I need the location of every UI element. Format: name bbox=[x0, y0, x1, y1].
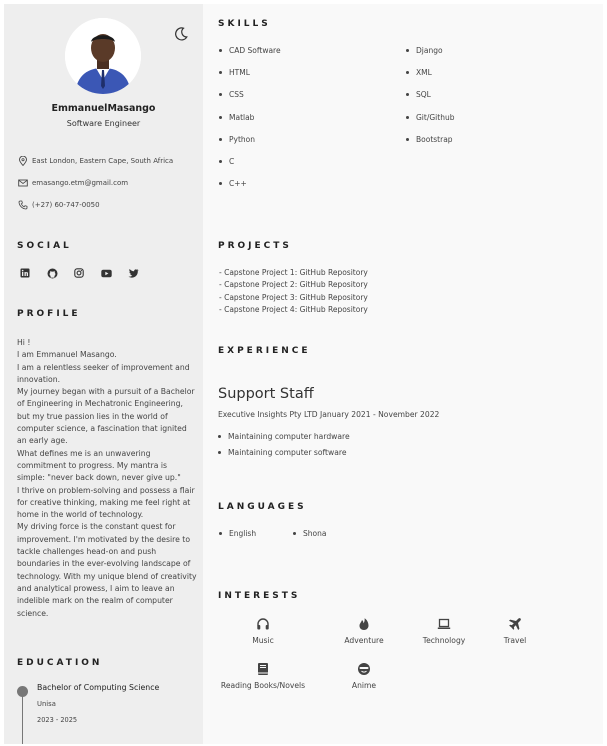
profile-line: I am Emmanuel Masango. bbox=[17, 350, 117, 360]
mail-icon bbox=[18, 179, 28, 187]
skill-item: HTML bbox=[219, 68, 281, 90]
interest-label: Technology bbox=[422, 636, 466, 645]
interest-label: Reading Books/Novels bbox=[220, 681, 306, 690]
languages-heading: LANGUAGES bbox=[218, 502, 307, 512]
education-years: 2023 - 2025 bbox=[37, 716, 78, 724]
job-title: Software Engineer bbox=[66, 119, 141, 128]
profile-line: but my true passion lies in the world of… bbox=[17, 411, 187, 446]
interest-label: Adventure bbox=[344, 636, 384, 645]
languages-list-2: Shona bbox=[293, 529, 326, 538]
education-school: Unisa bbox=[37, 700, 56, 708]
headphones-icon bbox=[257, 618, 269, 630]
phone-text[interactable]: (+27) 60-747-0050 bbox=[32, 201, 100, 209]
interest-reading: Reading Books/Novels bbox=[213, 662, 313, 690]
profile-line: My journey began with a pursuit of a Bac… bbox=[17, 387, 195, 409]
skill-item: C++ bbox=[219, 179, 281, 201]
interest-label: Travel bbox=[503, 636, 527, 645]
project-link[interactable]: - Capstone Project 1: GitHub Repository bbox=[219, 267, 368, 279]
profile-line: Hi ! bbox=[17, 338, 31, 347]
experience-heading: EXPERIENCE bbox=[218, 346, 311, 356]
phone-icon bbox=[18, 200, 28, 210]
main-content: SKILLS CAD Software HTML CSS Matlab Pyth… bbox=[203, 4, 603, 744]
moon-icon[interactable] bbox=[173, 26, 189, 42]
location-pin-icon bbox=[19, 156, 27, 166]
education-heading: EDUCATION bbox=[17, 658, 103, 668]
email-text[interactable]: emasango.etm@gmail.com bbox=[32, 179, 128, 187]
timeline-dot bbox=[17, 686, 28, 697]
languages-list: English bbox=[219, 529, 256, 538]
social-heading: SOCIAL bbox=[17, 241, 72, 251]
interest-music: Music bbox=[213, 617, 313, 645]
skills-heading: SKILLS bbox=[218, 19, 271, 29]
interest-label: Music bbox=[252, 636, 274, 645]
avatar bbox=[65, 18, 141, 94]
fire-icon bbox=[359, 618, 369, 630]
resume: EmmanuelMasango Software Engineer East L… bbox=[0, 0, 607, 746]
profile-line: I thrive on problem-solving and possess … bbox=[17, 485, 195, 520]
instagram-icon[interactable] bbox=[70, 267, 88, 279]
project-link[interactable]: - Capstone Project 3: GitHub Repository bbox=[219, 292, 368, 304]
language-item: English bbox=[219, 529, 256, 538]
full-name: EmmanuelMasango bbox=[51, 103, 156, 114]
face-icon bbox=[358, 663, 370, 675]
interests-heading: INTERESTS bbox=[218, 591, 301, 601]
skill-item: Django bbox=[406, 46, 454, 68]
contact-email[interactable]: emasango.etm@gmail.com bbox=[18, 178, 128, 188]
profile-text: Hi ! I am Emmanuel Masango. I am a relen… bbox=[17, 337, 197, 620]
profile-line: I am a relentless seeker of improvement … bbox=[17, 362, 190, 384]
profile-heading: PROFILE bbox=[17, 309, 81, 319]
interest-travel: Travel bbox=[465, 617, 565, 645]
contact-phone[interactable]: (+27) 60-747-0050 bbox=[18, 200, 100, 210]
contact-location: East London, Eastern Cape, South Africa bbox=[18, 156, 173, 166]
skills-list-1: CAD Software HTML CSS Matlab Python C C+… bbox=[219, 46, 281, 201]
twitter-icon[interactable] bbox=[124, 267, 142, 279]
skill-item: C bbox=[219, 157, 281, 179]
skill-item: CSS bbox=[219, 90, 281, 112]
book-icon bbox=[258, 663, 268, 675]
interest-label: Anime bbox=[351, 681, 377, 690]
timeline-line bbox=[22, 692, 23, 744]
projects-heading: PROJECTS bbox=[218, 241, 292, 251]
skill-item: Git/Github bbox=[406, 113, 454, 135]
duty-item: Maintaining computer software bbox=[218, 448, 350, 464]
skills-list-2: Django XML SQL Git/Github Bootstrap bbox=[406, 46, 454, 157]
skill-item: Bootstrap bbox=[406, 135, 454, 157]
experience-duties: Maintaining computer hardware Maintainin… bbox=[218, 432, 350, 464]
laptop-icon bbox=[437, 618, 451, 629]
plane-icon bbox=[509, 618, 521, 630]
skill-item: CAD Software bbox=[219, 46, 281, 68]
experience-company: Executive Insights Pty LTD January 2021 … bbox=[218, 410, 440, 419]
skill-item: Python bbox=[219, 135, 281, 157]
language-item: Shona bbox=[293, 529, 326, 538]
education-degree: Bachelor of Computing Science bbox=[37, 683, 160, 692]
skill-item: Matlab bbox=[219, 113, 281, 135]
project-link[interactable]: - Capstone Project 2: GitHub Repository bbox=[219, 279, 368, 291]
profile-line: My driving force is the constant quest f… bbox=[17, 522, 197, 618]
project-link[interactable]: - Capstone Project 4: GitHub Repository bbox=[219, 304, 368, 316]
experience-role: Support Staff bbox=[218, 386, 314, 402]
duty-item: Maintaining computer hardware bbox=[218, 432, 350, 448]
location-text: East London, Eastern Cape, South Africa bbox=[32, 157, 174, 165]
linkedin-icon[interactable] bbox=[16, 267, 34, 279]
profile-line: What defines me is an unwavering commitm… bbox=[17, 448, 181, 483]
github-icon[interactable] bbox=[43, 267, 61, 279]
youtube-icon[interactable] bbox=[97, 267, 115, 279]
skill-item: SQL bbox=[406, 90, 454, 112]
social-links bbox=[16, 267, 151, 279]
projects-list: - Capstone Project 1: GitHub Repository … bbox=[219, 267, 368, 316]
skill-item: XML bbox=[406, 68, 454, 90]
interest-anime: Anime bbox=[314, 662, 414, 690]
sidebar: EmmanuelMasango Software Engineer East L… bbox=[4, 4, 203, 744]
